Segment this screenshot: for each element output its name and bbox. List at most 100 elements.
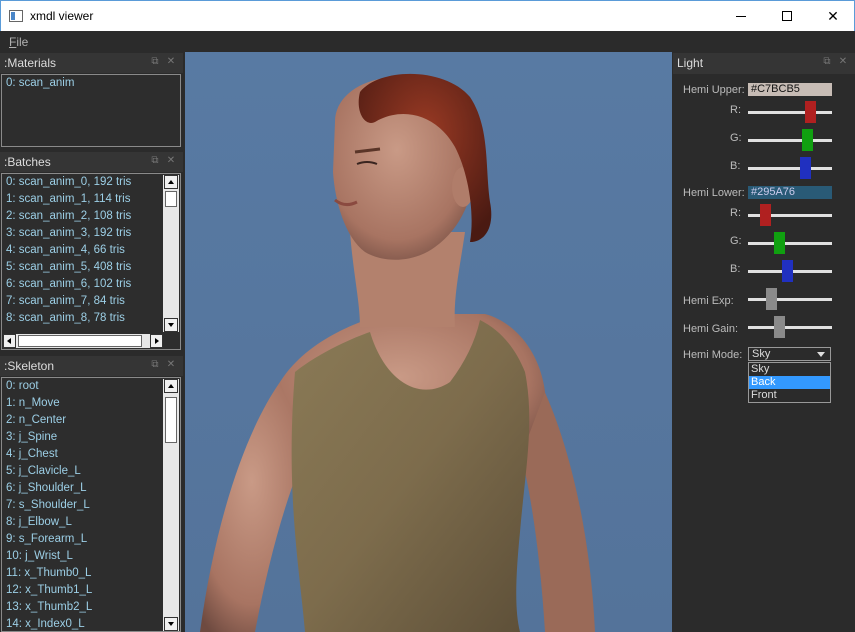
bone-item[interactable]: 3: j_Spine [2,429,180,446]
close-icon[interactable]: ✕ [165,155,177,167]
slider-handle[interactable] [774,232,785,254]
character-model-render [185,52,672,632]
bone-item[interactable]: 10: j_Wrist_L [2,548,180,565]
bone-item[interactable]: 11: x_Thumb0_L [2,565,180,582]
batch-item[interactable]: 3: scan_anim_3, 192 tris [2,225,180,242]
hemi-lower-color-field[interactable]: #295A76 [748,186,832,199]
materials-list[interactable]: 0: scan_anim [1,74,181,147]
batch-item[interactable]: 6: scan_anim_6, 102 tris [2,276,180,293]
3d-viewport[interactable] [185,52,672,632]
chevron-down-icon [817,352,825,357]
hemi-mode-option[interactable]: Back [749,376,830,389]
upper-g-slider[interactable] [748,129,832,151]
batch-item[interactable]: 8: scan_anim_8, 78 tris [2,310,180,327]
scroll-thumb[interactable] [18,335,142,347]
hemi-lower-label: Hemi Lower: [683,187,745,199]
close-icon[interactable]: ✕ [165,56,177,68]
slider-track [748,326,832,329]
close-icon[interactable]: ✕ [837,56,849,68]
upper-r-slider[interactable] [748,101,832,123]
minimize-button[interactable] [718,1,764,31]
upper-b-slider[interactable] [748,157,832,179]
batches-panel-title: :Batches ⧉ ✕ [0,152,183,172]
scroll-right-icon[interactable] [150,334,163,348]
bone-item[interactable]: 8: j_Elbow_L [2,514,180,531]
bone-item[interactable]: 12: x_Thumb1_L [2,582,180,599]
batch-item[interactable]: 4: scan_anim_4, 66 tris [2,242,180,259]
skeleton-vscrollbar[interactable] [163,379,179,631]
hemi-gain-slider[interactable] [748,316,832,338]
batches-vscrollbar[interactable] [163,175,179,332]
slider-handle[interactable] [760,204,771,226]
scroll-up-icon[interactable] [164,175,178,189]
batch-item[interactable]: 7: scan_anim_7, 84 tris [2,293,180,310]
slider-track [748,111,832,114]
scroll-down-icon[interactable] [164,318,178,332]
bone-item[interactable]: 9: s_Forearm_L [2,531,180,548]
slider-handle[interactable] [766,288,777,310]
window-title: xmdl viewer [30,9,94,23]
hemi-mode-option[interactable]: Sky [749,363,830,376]
minimize-icon [736,15,746,17]
lower-r-label: R: [730,207,741,219]
maximize-icon [782,11,792,21]
batches-hscrollbar[interactable] [3,334,163,348]
bone-item[interactable]: 4: j_Chest [2,446,180,463]
hemi-exp-slider[interactable] [748,288,832,310]
hemi-mode-dropdown[interactable]: Sky [748,347,831,361]
upper-r-label: R: [730,104,741,116]
float-icon[interactable]: ⧉ [149,155,161,167]
batch-item[interactable]: 2: scan_anim_2, 108 tris [2,208,180,225]
float-icon[interactable]: ⧉ [149,56,161,68]
hemi-exp-label: Hemi Exp: [683,295,734,307]
batch-item[interactable]: 0: scan_anim_0, 192 tris [2,174,180,191]
materials-panel-title: :Materials ⧉ ✕ [0,53,183,73]
hemi-upper-label: Hemi Upper: [683,84,745,96]
bone-item[interactable]: 14: x_Index0_L [2,616,180,631]
skeleton-list[interactable]: 0: root 1: n_Move 2: n_Center 3: j_Spine 4: … [1,377,181,632]
batches-list[interactable]: 0: scan_anim_0, 192 tris 1: scan_anim_1, … [1,173,181,350]
skeleton-panel: :Skeleton ⧉ ✕ 0: root 1: n_Move 2: n_Cente… [0,356,183,632]
bone-item[interactable]: 7: s_Shoulder_L [2,497,180,514]
lower-b-label: B: [730,263,741,275]
bone-item[interactable]: 2: n_Center [2,412,180,429]
title-bar: xmdl viewer ✕ [0,0,855,31]
slider-handle[interactable] [774,316,785,338]
slider-handle[interactable] [805,101,816,123]
bone-item[interactable]: 0: root [2,378,180,395]
menu-file[interactable]: File [9,35,28,49]
scroll-down-icon[interactable] [164,617,178,631]
hemi-upper-color-field[interactable]: #C7BCB5 [748,83,832,96]
lower-g-label: G: [730,235,742,247]
lower-r-slider[interactable] [748,204,832,226]
close-icon[interactable]: ✕ [165,359,177,371]
float-icon[interactable]: ⧉ [821,56,833,68]
lower-b-slider[interactable] [748,260,832,282]
hemi-mode-option[interactable]: Front [749,389,830,402]
material-item[interactable]: 0: scan_anim [2,75,180,92]
upper-g-label: G: [730,132,742,144]
scroll-left-icon[interactable] [3,334,16,348]
float-icon[interactable]: ⧉ [149,359,161,371]
close-button[interactable]: ✕ [810,1,855,31]
skeleton-panel-title: :Skeleton ⧉ ✕ [0,356,183,376]
bone-item[interactable]: 5: j_Clavicle_L [2,463,180,480]
scroll-up-icon[interactable] [164,379,178,393]
slider-track [748,139,832,142]
lower-g-slider[interactable] [748,232,832,254]
slider-handle[interactable] [782,260,793,282]
scroll-thumb[interactable] [165,397,177,443]
hemi-mode-label: Hemi Mode: [683,349,743,361]
hemi-mode-selected: Sky [752,348,771,360]
bone-item[interactable]: 6: j_Shoulder_L [2,480,180,497]
slider-handle[interactable] [802,129,813,151]
batch-item[interactable]: 1: scan_anim_1, 114 tris [2,191,180,208]
slider-handle[interactable] [800,157,811,179]
bone-item[interactable]: 1: n_Move [2,395,180,412]
maximize-button[interactable] [764,1,810,31]
batch-item[interactable]: 5: scan_anim_5, 408 tris [2,259,180,276]
bone-item[interactable]: 13: x_Thumb2_L [2,599,180,616]
scroll-thumb[interactable] [165,191,177,207]
slider-track [748,298,832,301]
slider-track [748,167,832,170]
